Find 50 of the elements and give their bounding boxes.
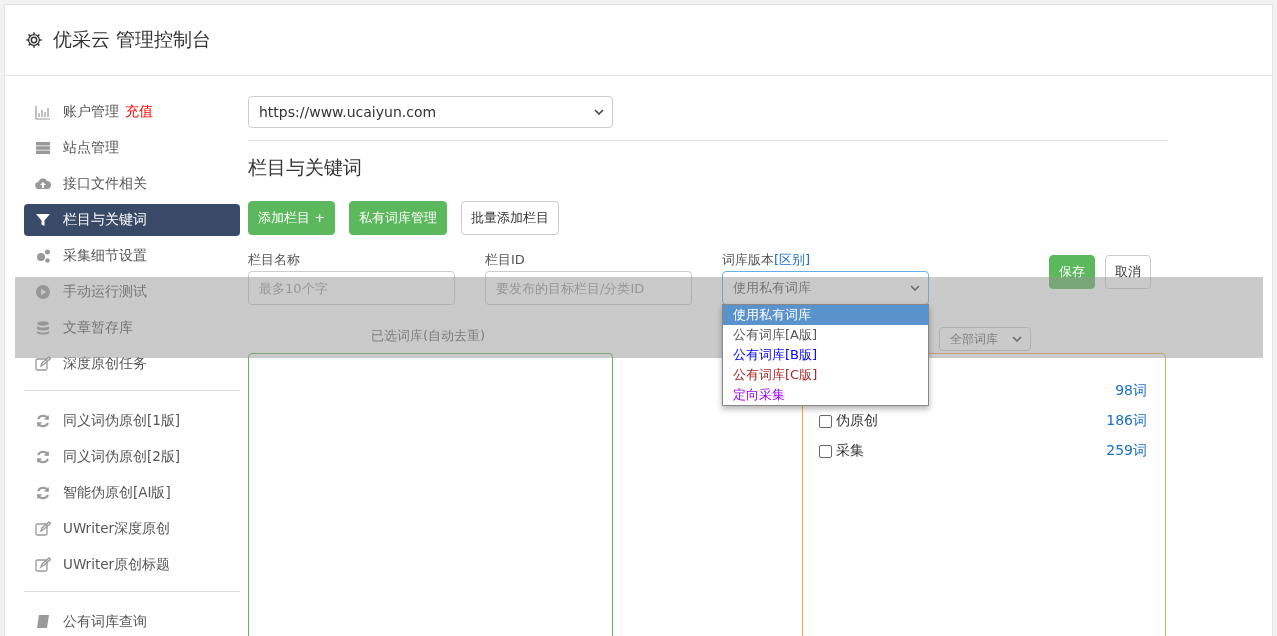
word-count: 98词	[1115, 382, 1147, 400]
sidebar-item[interactable]: 站点管理	[24, 132, 240, 164]
dropdown-option[interactable]: 公有词库[A版]	[723, 325, 928, 345]
field-label: 栏目名称	[248, 251, 301, 267]
chevron-down-icon	[594, 109, 604, 115]
section-title: 栏目与关键词	[248, 155, 363, 180]
sidebar-item[interactable]: 公有词库查询	[24, 606, 240, 636]
filter-icon	[35, 212, 51, 228]
dropdown-option[interactable]: 公有词库[C版]	[723, 365, 928, 385]
field-label: 词库版本	[722, 251, 774, 267]
dropdown-option[interactable]: 定向采集	[723, 385, 928, 405]
field-label: 栏目ID	[485, 251, 526, 267]
sidebar-item[interactable]: 栏目与关键词	[24, 204, 240, 236]
database-icon	[35, 320, 51, 336]
library-checkbox[interactable]	[819, 444, 832, 458]
default-button[interactable]: 批量添加栏目	[461, 201, 560, 235]
library-name: 伪原创	[836, 412, 878, 430]
play-icon	[35, 284, 51, 300]
sidebar-item[interactable]: UWriter原创标题	[24, 549, 240, 581]
settings-icon	[25, 31, 43, 49]
sidebar-item[interactable]: 同义词伪原创[1版]	[24, 405, 240, 437]
sidebar-item[interactable]: 智能伪原创[AI版]	[24, 477, 240, 509]
word-count: 186词	[1106, 412, 1147, 430]
library-name: 采集	[836, 442, 864, 460]
refresh-icon	[35, 485, 51, 501]
edit-icon	[35, 521, 51, 537]
word-count: 259词	[1106, 442, 1147, 460]
sidebar-item[interactable]: 账户管理 充值	[24, 96, 240, 128]
page-title: 优采云 管理控制台	[53, 27, 212, 52]
cloud-upload-icon	[35, 176, 51, 192]
library-checkbox[interactable]	[819, 414, 832, 428]
sidebar-item[interactable]: 同义词伪原创[2版]	[24, 441, 240, 473]
selected-libraries-title: 已选词库(自动去重)	[371, 327, 486, 345]
refresh-icon	[35, 449, 51, 465]
dropdown-option[interactable]: 公有词库[B版]	[723, 345, 928, 365]
difference-link[interactable]: [区别]	[774, 251, 811, 267]
edit-icon	[35, 356, 51, 372]
chevron-down-icon	[910, 285, 920, 291]
server-icon	[35, 140, 51, 156]
sidebar-item[interactable]: 采集细节设置	[24, 240, 240, 272]
sidebar-item[interactable]: 深度原创任务	[24, 348, 240, 380]
sidebar-item[interactable]: 接口文件相关	[24, 168, 240, 200]
sidebar-item[interactable]: UWriter深度原创	[24, 513, 240, 545]
chevron-down-icon	[1012, 336, 1022, 342]
bar-chart-icon	[35, 104, 51, 120]
recharge-link[interactable]: 充值	[125, 103, 153, 121]
cancel-button[interactable]: 取消	[1105, 255, 1151, 289]
refresh-icon	[35, 413, 51, 429]
edit-icon	[35, 557, 51, 573]
site-select[interactable]: https://www.ucaiyun.com	[248, 96, 613, 128]
